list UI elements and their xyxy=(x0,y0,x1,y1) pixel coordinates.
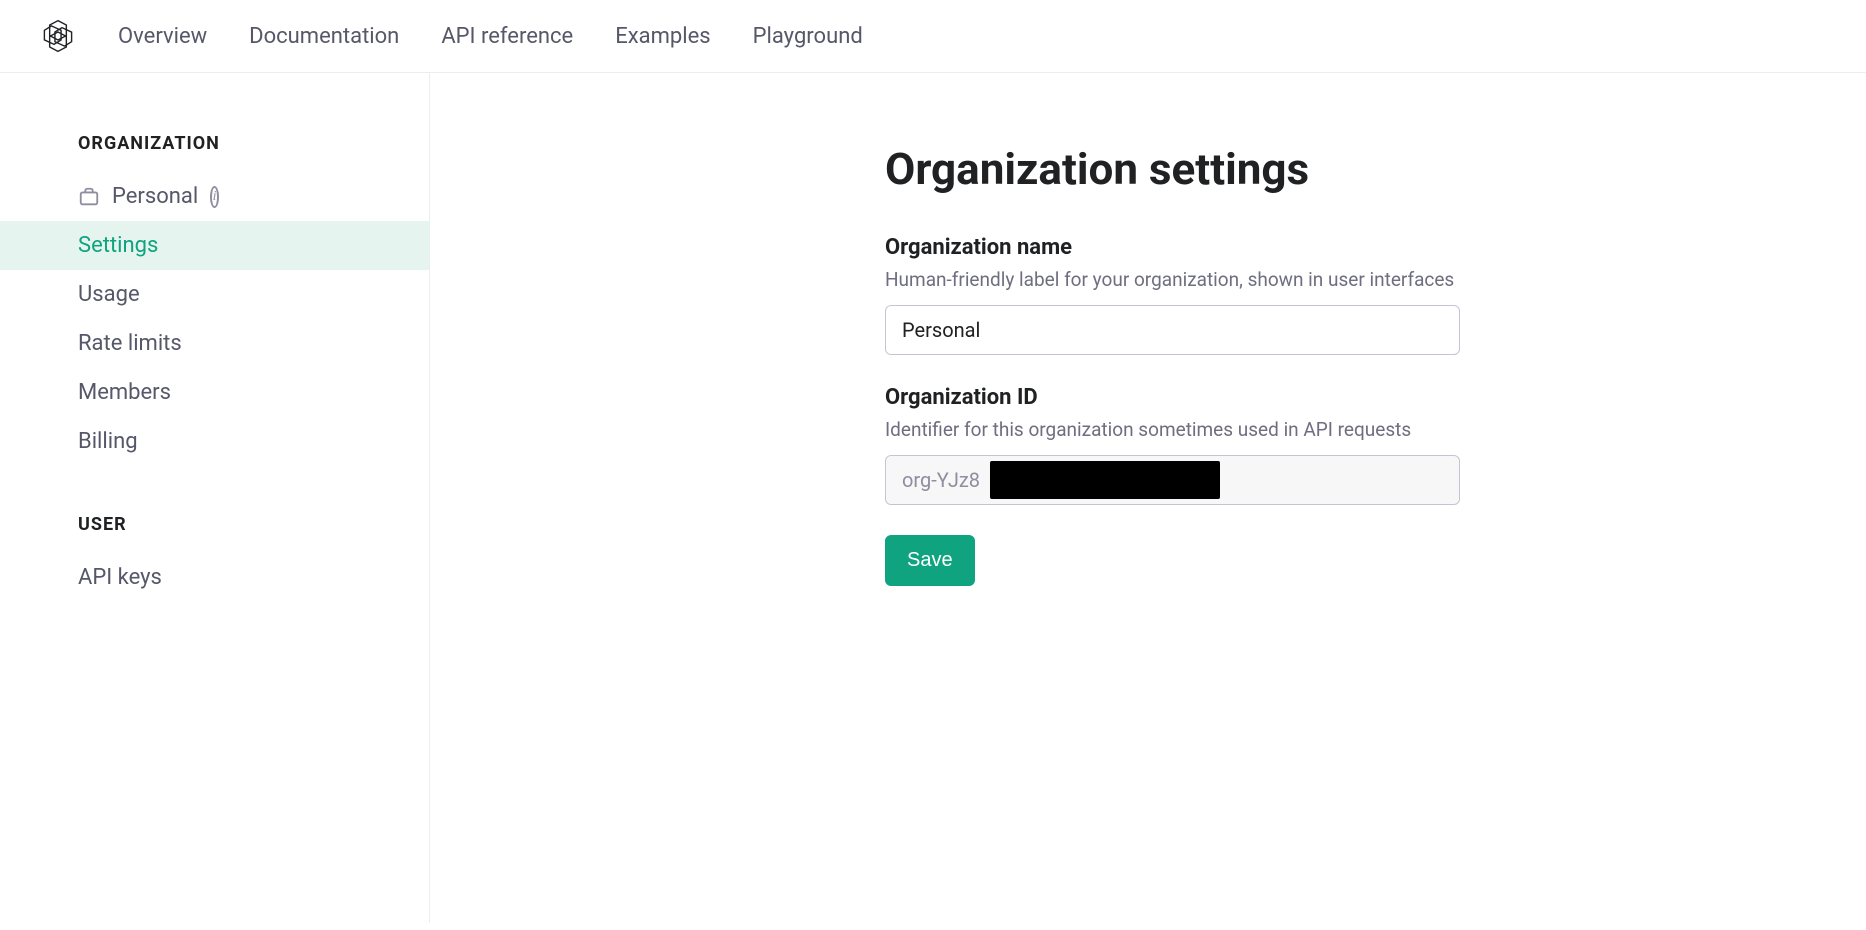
main-content: Organization settings Organization name … xyxy=(430,73,1866,923)
sidebar-item-billing[interactable]: Billing xyxy=(0,417,429,466)
sidebar-item-members[interactable]: Members xyxy=(0,368,429,417)
sidebar-item-label: Members xyxy=(78,380,171,405)
org-name-input[interactable] xyxy=(885,305,1460,355)
sidebar-section-organization: ORGANIZATION xyxy=(0,133,429,172)
field-org-id: Organization ID Identifier for this orga… xyxy=(885,385,1460,505)
sidebar-item-label: Billing xyxy=(78,429,138,454)
org-id-description: Identifier for this organization sometim… xyxy=(885,418,1460,441)
briefcase-icon xyxy=(78,186,100,208)
org-id-label: Organization ID xyxy=(885,385,1460,410)
brand-logo-icon xyxy=(40,18,76,54)
nav-documentation[interactable]: Documentation xyxy=(249,24,399,49)
sidebar-section-user: USER xyxy=(0,514,429,553)
field-org-name: Organization name Human-friendly label f… xyxy=(885,235,1460,355)
org-name-description: Human-friendly label for your organizati… xyxy=(885,268,1460,291)
sidebar-item-label: Usage xyxy=(78,282,140,307)
sidebar-item-label: API keys xyxy=(78,565,162,590)
sidebar-org-name-label: Personal xyxy=(112,184,198,209)
sidebar-item-settings[interactable]: Settings xyxy=(0,221,429,270)
sidebar-item-usage[interactable]: Usage xyxy=(0,270,429,319)
redaction-block xyxy=(990,461,1220,499)
topbar: Overview Documentation API reference Exa… xyxy=(0,0,1866,73)
top-nav: Overview Documentation API reference Exa… xyxy=(118,24,863,49)
nav-playground[interactable]: Playground xyxy=(753,24,863,49)
sidebar: ORGANIZATION Personal i Settings Usage R… xyxy=(0,73,430,923)
sidebar-item-label: Rate limits xyxy=(78,331,182,356)
page-title: Organization settings xyxy=(885,143,1460,195)
nav-api-reference[interactable]: API reference xyxy=(441,24,573,49)
sidebar-item-api-keys[interactable]: API keys xyxy=(0,553,429,602)
save-button[interactable]: Save xyxy=(885,535,975,586)
info-icon[interactable]: i xyxy=(210,186,219,208)
org-name-label: Organization name xyxy=(885,235,1460,260)
nav-examples[interactable]: Examples xyxy=(615,24,710,49)
sidebar-item-rate-limits[interactable]: Rate limits xyxy=(0,319,429,368)
nav-overview[interactable]: Overview xyxy=(118,24,207,49)
sidebar-org-selector[interactable]: Personal i xyxy=(0,172,429,221)
sidebar-item-label: Settings xyxy=(78,233,158,258)
